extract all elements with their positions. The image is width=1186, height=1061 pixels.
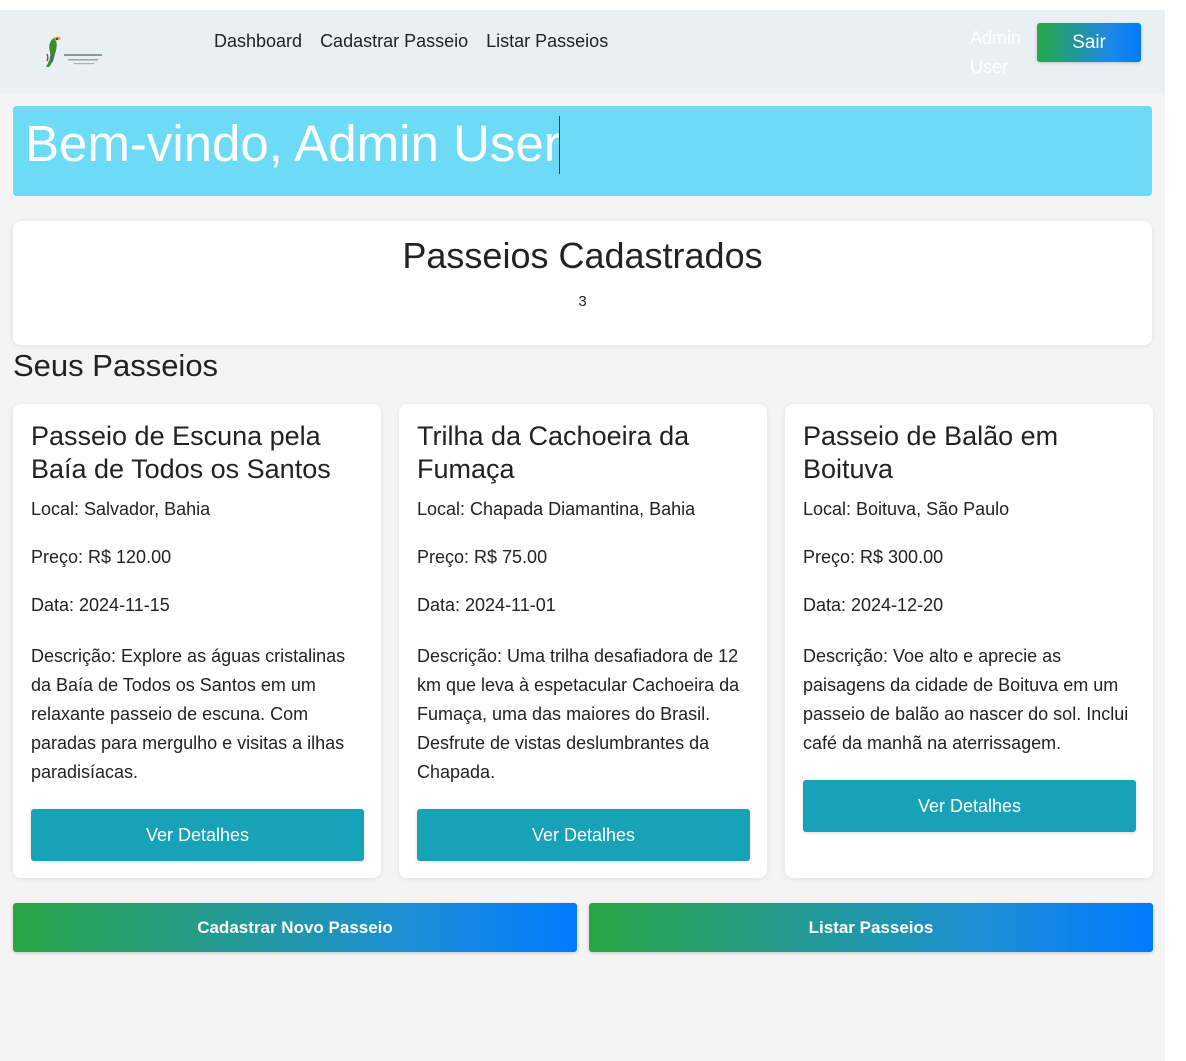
- list-tours-button[interactable]: Listar Passeios: [589, 903, 1153, 952]
- text-cursor: [558, 116, 560, 174]
- tour-title: Passeio de Escuna pela Baía de Todos os …: [31, 421, 331, 484]
- tour-price: Preço: R$ 120.00: [31, 547, 172, 567]
- view-details-button[interactable]: Ver Detalhes: [803, 780, 1136, 832]
- stats-card: Passeios Cadastrados 3: [13, 221, 1152, 345]
- tour-price: Preço: R$ 75.00: [417, 547, 548, 567]
- nav-links: Dashboard Cadastrar Passeio Listar Passe…: [214, 30, 626, 52]
- tour-card: Passeio de Escuna pela Baía de Todos os …: [13, 404, 381, 878]
- add-tour-button[interactable]: Cadastrar Novo Passeio: [13, 903, 577, 952]
- stats-count: 3: [578, 293, 587, 310]
- tour-date: Data: 2024-12-20: [803, 595, 944, 615]
- nav-link-cadastrar-passeio[interactable]: Cadastrar Passeio: [320, 30, 468, 52]
- tour-description: Descrição: Voe alto e aprecie as paisage…: [803, 646, 1129, 753]
- tour-local: Local: Salvador, Bahia: [31, 499, 211, 519]
- tour-title: Trilha da Cachoeira da Fumaça: [417, 421, 690, 484]
- stats-title: Passeios Cadastrados: [402, 235, 763, 276]
- tour-date: Data: 2024-11-15: [31, 595, 170, 615]
- welcome-banner: Bem-vindo, Admin User: [13, 106, 1152, 196]
- page: Dashboard Cadastrar Passeio Listar Passe…: [0, 10, 1165, 1061]
- view-details-button[interactable]: Ver Detalhes: [31, 809, 364, 861]
- welcome-title: Bem-vindo, Admin User: [25, 114, 561, 174]
- navbar: Dashboard Cadastrar Passeio Listar Passe…: [0, 10, 1165, 93]
- logout-button[interactable]: Sair: [1037, 23, 1141, 62]
- tour-local: Local: Boituva, São Paulo: [803, 499, 1010, 519]
- nav-user-name: Admin User: [970, 28, 1022, 77]
- welcome-title-text: Bem-vindo, Admin User: [25, 115, 561, 172]
- nav-link-dashboard[interactable]: Dashboard: [214, 30, 302, 52]
- view-details-button[interactable]: Ver Detalhes: [417, 809, 750, 861]
- tour-title: Passeio de Balão em Boituva: [803, 421, 1059, 484]
- tour-card: Trilha da Cachoeira da Fumaça Local: Cha…: [399, 404, 767, 878]
- tour-card: Passeio de Balão em Boituva Local: Boitu…: [785, 404, 1153, 878]
- tour-local: Local: Chapada Diamantina, Bahia: [417, 499, 696, 519]
- parrot-logo-icon[interactable]: [40, 32, 106, 72]
- tour-price: Preço: R$ 300.00: [803, 547, 944, 567]
- nav-link-listar-passeios[interactable]: Listar Passeios: [486, 30, 608, 52]
- tour-description: Descrição: Explore as águas cristalinas …: [31, 646, 346, 782]
- tour-date: Data: 2024-11-01: [417, 595, 556, 615]
- tour-description: Descrição: Uma trilha desafiadora de 12 …: [417, 646, 740, 782]
- section-title: Seus Passeios: [13, 348, 219, 383]
